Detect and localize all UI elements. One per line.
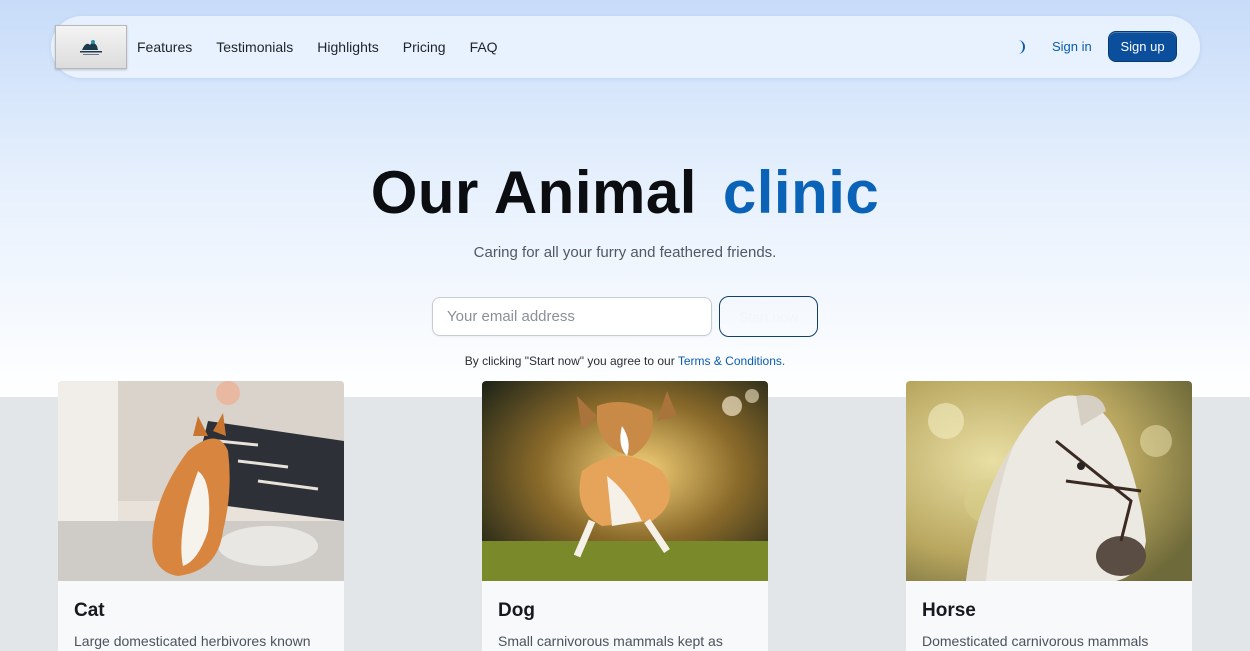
card-horse[interactable]: Horse Domesticated carnivorous mammals xyxy=(906,381,1192,651)
sign-in-button[interactable]: Sign in xyxy=(1052,39,1092,54)
hero-subtitle: Caring for all your furry and feathered … xyxy=(473,244,777,261)
card-title: Horse xyxy=(922,600,976,621)
sign-up-button[interactable]: Sign up xyxy=(1108,31,1177,62)
theme-toggle-button[interactable] xyxy=(1011,38,1029,56)
card-title: Cat xyxy=(74,600,105,621)
card-description: Domesticated carnivorous mammals xyxy=(922,633,1149,649)
card-title: Dog xyxy=(498,600,535,621)
email-input[interactable] xyxy=(432,297,712,336)
nav-link-testimonials[interactable]: Testimonials xyxy=(216,39,293,55)
hero-title-accent: clinic xyxy=(722,159,880,226)
hero-title-main: Our Animal xyxy=(370,159,697,226)
nav-link-pricing[interactable]: Pricing xyxy=(403,39,446,55)
nav-link-highlights[interactable]: Highlights xyxy=(317,39,378,55)
hero-title: Our Animal clinic xyxy=(0,158,1250,227)
navbar: Features Testimonials Highlights Pricing… xyxy=(51,16,1200,78)
nav-link-features[interactable]: Features xyxy=(137,39,192,55)
card-description: Small carnivorous mammals kept as xyxy=(498,633,723,649)
card-cat[interactable]: Cat Large domesticated herbivores known xyxy=(58,381,344,651)
terms-text: By clicking "Start now" you agree to our xyxy=(464,354,675,368)
nav-link-faq[interactable]: FAQ xyxy=(470,39,498,55)
nav-links: Features Testimonials Highlights Pricing… xyxy=(137,16,522,78)
terms-notice: By clicking "Start now" you agree to our… xyxy=(0,354,1250,368)
start-now-button[interactable]: Start now xyxy=(719,296,818,337)
logo-icon xyxy=(80,40,102,55)
card-dog[interactable]: Dog Small carnivorous mammals kept as xyxy=(482,381,768,651)
terms-link[interactable]: Terms & Conditions. xyxy=(678,354,785,368)
card-description: Large domesticated herbivores known xyxy=(74,633,311,649)
horse-image xyxy=(906,381,1192,581)
cat-image xyxy=(58,381,344,581)
clinic-logo[interactable] xyxy=(55,25,127,69)
moon-icon xyxy=(1018,40,1025,54)
dog-image xyxy=(482,381,768,581)
